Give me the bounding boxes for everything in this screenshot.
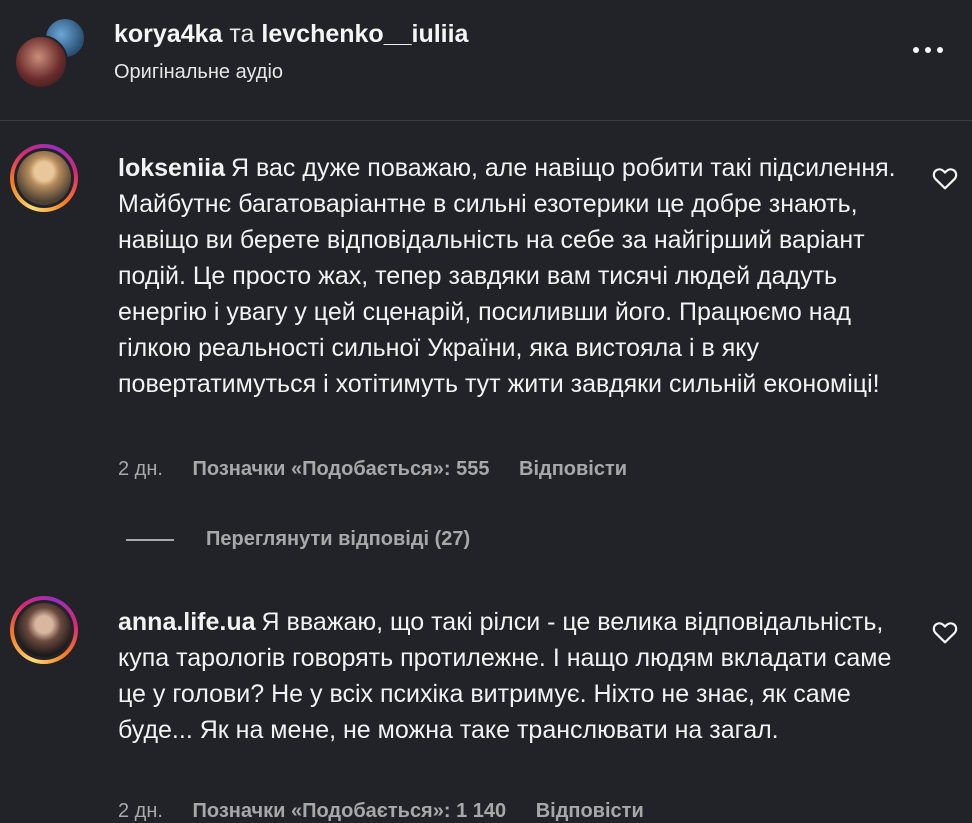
comment-meta: 2 дн. Позначки «Подобається»: 1 140 Відп…	[118, 800, 644, 823]
more-icon	[937, 47, 943, 53]
view-replies-button[interactable]: Переглянути відповіді (27)	[126, 528, 470, 551]
likes-count[interactable]: Позначки «Подобається»: 1 140	[193, 800, 507, 822]
comment-username[interactable]: lokseniia	[118, 154, 225, 182]
collab-avatars[interactable]	[14, 17, 86, 89]
heart-icon[interactable]	[932, 166, 958, 190]
comment-body: lokseniia Я вас дуже поважаю, але навіщо …	[118, 150, 908, 402]
reply-button[interactable]: Відповісти	[519, 458, 627, 480]
audio-label[interactable]: Оригінальне аудіо	[114, 61, 283, 84]
author-names: korya4ka та levchenko__iuliia	[114, 20, 468, 49]
divider	[126, 538, 174, 541]
avatar[interactable]	[10, 144, 78, 212]
comment-body: anna.life.ua Я вважаю, що такі рілси - це…	[118, 604, 908, 748]
author-link[interactable]: levchenko__iuliia	[261, 20, 468, 48]
more-options-button[interactable]	[905, 34, 951, 68]
reply-button[interactable]: Відповісти	[536, 800, 644, 822]
author-link[interactable]: korya4ka	[114, 20, 222, 48]
post-header: korya4ka та levchenko__iuliia Оригінальн…	[0, 0, 972, 121]
comment-text: Я вас дуже поважаю, але навіщо робити та…	[118, 154, 896, 398]
comment-username[interactable]: anna.life.ua	[118, 608, 256, 636]
avatar[interactable]	[10, 596, 78, 664]
author-connector: та	[229, 20, 255, 48]
more-icon	[925, 47, 931, 53]
comment-time[interactable]: 2 дн.	[118, 458, 163, 480]
comment-time[interactable]: 2 дн.	[118, 800, 163, 822]
comment-meta: 2 дн. Позначки «Подобається»: 555 Відпов…	[118, 458, 627, 481]
avatar	[14, 35, 68, 89]
view-replies-label: Переглянути відповіді (27)	[206, 528, 471, 550]
heart-icon[interactable]	[932, 620, 958, 644]
more-icon	[913, 47, 919, 53]
likes-count[interactable]: Позначки «Подобається»: 555	[193, 458, 490, 480]
